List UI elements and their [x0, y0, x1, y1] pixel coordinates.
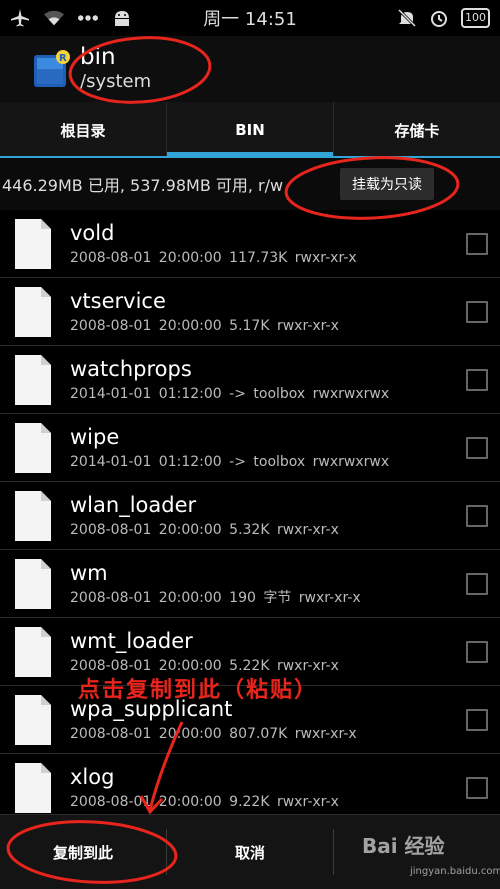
file-name: wm [70, 560, 108, 585]
file-icon [15, 422, 51, 473]
file-icon [15, 694, 51, 745]
battery-icon: 100 [461, 8, 490, 28]
cancel-button[interactable]: 取消 [167, 815, 333, 889]
file-checkbox[interactable] [466, 368, 488, 391]
status-time: 周一 14:51 [203, 9, 297, 30]
file-size: 5.17K [229, 317, 270, 334]
tab-bar: 根目录 BIN 存储卡 [0, 102, 500, 158]
alarm-icon [429, 8, 449, 28]
file-name: watchprops [70, 356, 192, 381]
file-checkbox[interactable] [466, 776, 488, 799]
list-item[interactable]: xlog 2008-08-01 20:00:00 9.22K rwxr-xr-x [0, 754, 500, 814]
storage-info-bar: 446.29MB 已用, 537.98MB 可用, r/w 挂载为只读 [0, 158, 500, 210]
file-size: 190 字节 [229, 589, 292, 606]
list-item[interactable]: wlan_loader 2008-08-01 20:00:00 5.32K rw… [0, 482, 500, 550]
watermark-url: jingyan.baidu.com [410, 866, 500, 877]
more-icon [78, 8, 98, 28]
annotation-text: 点击复制到此（粘贴） [78, 678, 319, 703]
file-checkbox[interactable] [466, 232, 488, 255]
file-date: 2008-08-01 20:00:00 [70, 725, 222, 742]
file-size: -> toolbox [229, 385, 306, 402]
file-icon [15, 762, 51, 813]
file-date: 2008-08-01 20:00:00 [70, 589, 222, 606]
file-checkbox[interactable] [466, 504, 488, 527]
watermark: Bai 经验 [362, 834, 445, 858]
file-perms: rwxr-xr-x [276, 521, 339, 538]
file-perms: rwxrwxrwx [312, 385, 390, 402]
file-icon [15, 286, 51, 337]
file-icon [15, 354, 51, 405]
file-date: 2008-08-01 20:00:00 [70, 521, 222, 538]
file-icon [15, 626, 51, 677]
tab-bin[interactable]: BIN [167, 102, 334, 158]
file-list: vold 2008-08-01 20:00:00 117.73K rwxr-xr… [0, 210, 500, 814]
file-date: 2008-08-01 20:00:00 [70, 793, 222, 810]
file-meta: 2008-08-01 20:00:00 190 字节 rwxr-xr-x [70, 588, 466, 608]
status-bar: 周一 14:51 100 [0, 0, 500, 36]
mount-readonly-button[interactable]: 挂载为只读 [340, 168, 434, 200]
list-item[interactable]: vold 2008-08-01 20:00:00 117.73K rwxr-xr… [0, 210, 500, 278]
file-meta: 2014-01-01 01:12:00 -> toolbox rwxrwxrwx [70, 384, 466, 404]
file-meta: 2008-08-01 20:00:00 9.22K rwxr-xr-x [70, 792, 466, 812]
file-perms: rwxr-xr-x [298, 589, 361, 606]
list-item[interactable]: wm 2008-08-01 20:00:00 190 字节 rwxr-xr-x [0, 550, 500, 618]
file-size: 5.32K [229, 521, 270, 538]
file-perms: rwxr-xr-x [276, 793, 339, 810]
folder-path: /system [80, 71, 152, 92]
file-date: 2008-08-01 20:00:00 [70, 317, 222, 334]
file-name: wlan_loader [70, 492, 197, 517]
file-date: 2014-01-01 01:12:00 [70, 385, 222, 402]
file-checkbox[interactable] [466, 640, 488, 663]
file-perms: rwxr-xr-x [294, 249, 357, 266]
root-explorer-icon[interactable]: R [32, 49, 70, 89]
svg-text:R: R [59, 53, 67, 64]
wifi-icon [44, 8, 64, 28]
file-icon [15, 218, 51, 269]
file-size: 807.07K [229, 725, 288, 742]
tab-root[interactable]: 根目录 [0, 102, 167, 158]
list-item[interactable]: vtservice 2008-08-01 20:00:00 5.17K rwxr… [0, 278, 500, 346]
file-perms: rwxr-xr-x [276, 317, 339, 334]
file-size: 9.22K [229, 793, 270, 810]
tab-sdcard[interactable]: 存储卡 [334, 102, 500, 158]
file-meta: 2014-01-01 01:12:00 -> toolbox rwxrwxrwx [70, 452, 466, 472]
list-item[interactable]: watchprops 2014-01-01 01:12:00 -> toolbo… [0, 346, 500, 414]
file-icon [15, 490, 51, 541]
file-checkbox[interactable] [466, 300, 488, 323]
file-date: 2008-08-01 20:00:00 [70, 249, 222, 266]
file-perms: rwxrwxrwx [312, 453, 390, 470]
airplane-icon [10, 8, 30, 28]
folder-title: bin [80, 44, 116, 70]
mute-icon [397, 8, 417, 28]
file-meta: 2008-08-01 20:00:00 807.07K rwxr-xr-x [70, 724, 466, 744]
file-meta: 2008-08-01 20:00:00 117.73K rwxr-xr-x [70, 248, 466, 268]
file-name: vtservice [70, 288, 166, 313]
file-perms: rwxr-xr-x [294, 725, 357, 742]
list-item[interactable]: wipe 2014-01-01 01:12:00 -> toolbox rwxr… [0, 414, 500, 482]
file-name: wipe [70, 424, 120, 449]
file-name: vold [70, 220, 115, 245]
file-icon [15, 558, 51, 609]
file-name: wmt_loader [70, 628, 193, 653]
storage-info-text: 446.29MB 已用, 537.98MB 可用, r/w [2, 176, 284, 195]
android-icon [112, 8, 132, 28]
file-size: 117.73K [229, 249, 288, 266]
file-checkbox[interactable] [466, 708, 488, 731]
file-checkbox[interactable] [466, 436, 488, 459]
file-date: 2014-01-01 01:12:00 [70, 453, 222, 470]
file-meta: 2008-08-01 20:00:00 5.17K rwxr-xr-x [70, 316, 466, 336]
file-meta: 2008-08-01 20:00:00 5.32K rwxr-xr-x [70, 520, 466, 540]
file-name: xlog [70, 764, 115, 789]
file-size: -> toolbox [229, 453, 306, 470]
action-bar: R bin /system [0, 36, 500, 102]
copy-here-button[interactable]: 复制到此 [0, 815, 166, 889]
file-checkbox[interactable] [466, 572, 488, 595]
